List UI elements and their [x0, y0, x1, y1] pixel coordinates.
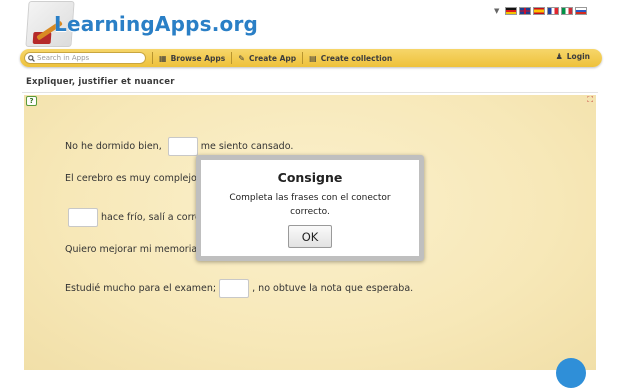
sentence-row: No he dormido bien, me siento cansado.	[65, 137, 293, 156]
browse-apps-label: Browse Apps	[170, 53, 226, 63]
sentence-text-before: No he dormido bien,	[65, 141, 162, 152]
answer-blank[interactable]	[68, 208, 98, 227]
toolbar-divider	[231, 52, 233, 64]
es-flag-icon[interactable]	[533, 7, 546, 15]
search-input[interactable]	[37, 54, 137, 62]
sentence-row: Estudié mucho para el examen; , no obtuv…	[65, 279, 413, 298]
ru-flag-icon[interactable]	[575, 7, 588, 15]
sentence-text-after: me siento cansado.	[200, 141, 294, 152]
sentence-text-after: hace frío, salí a corre	[101, 212, 201, 223]
toolbar-divider	[302, 52, 304, 64]
fr-flag-icon[interactable]	[547, 7, 560, 15]
sentence-row: El cerebro es muy complejo,	[65, 173, 200, 184]
dialog-text: Completa las frases con el conector corr…	[229, 193, 391, 217]
login-label: Login	[566, 52, 590, 61]
sentence-text-before: Estudié mucho para el examen;	[65, 283, 217, 294]
grid-icon: ▦	[159, 53, 167, 63]
de-flag-icon[interactable]	[505, 7, 518, 15]
sentence-row: Quiero mejorar mi memoria,	[65, 244, 200, 255]
instructions-dialog: Consigne Completa las frases con el cone…	[196, 155, 424, 261]
sentence-text-before: Quiero mejorar mi memoria,	[65, 244, 201, 255]
title-divider	[22, 92, 598, 93]
sentence-text-after: , no obtuve la nota que esperaba.	[252, 283, 414, 294]
sentence-text-before: El cerebro es muy complejo,	[65, 173, 200, 184]
search-box[interactable]	[24, 52, 146, 64]
answer-blank[interactable]	[167, 137, 198, 156]
create-app-label: Create App	[248, 53, 297, 63]
create-collection-label: Create collection	[320, 53, 393, 63]
dropdown-arrow-icon[interactable]: ▼	[494, 7, 499, 15]
create-collection-button[interactable]: ▤ Create collection	[309, 54, 392, 63]
browse-apps-button[interactable]: ▦ Browse Apps	[159, 54, 225, 63]
user-icon: ♟	[555, 52, 563, 61]
help-icon[interactable]: ?	[26, 96, 37, 106]
page-title: Expliquer, justifier et nuancer	[26, 77, 175, 87]
create-app-button[interactable]: ✎ Create App	[238, 54, 296, 63]
login-button[interactable]: ♟ Login	[556, 52, 590, 61]
it-flag-icon[interactable]	[561, 7, 574, 15]
round-action-button[interactable]	[556, 358, 586, 388]
dialog-title: Consigne	[277, 170, 343, 185]
answer-blank[interactable]	[219, 279, 250, 298]
search-icon	[28, 54, 35, 62]
site-header: LearningApps.org ▼	[0, 0, 620, 48]
toolbar-divider	[152, 52, 153, 64]
sentence-row: hace frío, salí a corre	[65, 208, 201, 227]
gb-flag-icon[interactable]	[519, 7, 532, 15]
main-toolbar: ▦ Browse Apps ✎ Create App ▤ Create coll…	[20, 49, 602, 67]
fullscreen-icon[interactable]: ⛶	[587, 96, 593, 104]
ok-button[interactable]: OK	[288, 225, 332, 248]
collection-icon: ▤	[309, 53, 317, 63]
logo-text[interactable]: LearningApps.org	[54, 12, 258, 36]
language-selector[interactable]: ▼	[494, 7, 588, 15]
pencil-icon: ✎	[238, 53, 245, 63]
